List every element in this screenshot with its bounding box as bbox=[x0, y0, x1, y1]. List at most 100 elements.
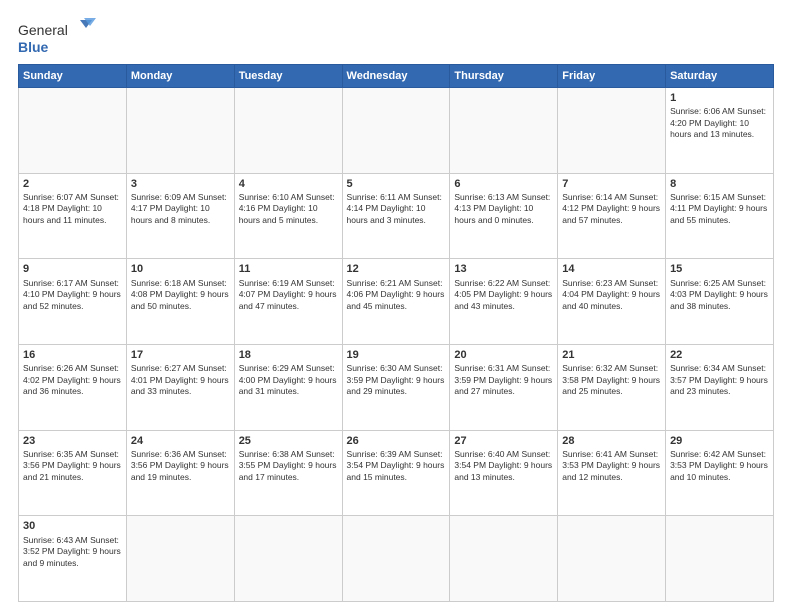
calendar-cell bbox=[666, 516, 774, 602]
calendar-week-6: 30 Sunrise: 6:43 AM Sunset: 3:52 PM Dayli… bbox=[19, 516, 774, 602]
day-info: Sunrise: 6:10 AM Sunset: 4:16 PM Dayligh… bbox=[239, 192, 338, 226]
day-info: Sunrise: 6:14 AM Sunset: 4:12 PM Dayligh… bbox=[562, 192, 661, 226]
day-info: Sunrise: 6:43 AM Sunset: 3:52 PM Dayligh… bbox=[23, 535, 122, 569]
day-info: Sunrise: 6:31 AM Sunset: 3:59 PM Dayligh… bbox=[454, 363, 553, 397]
day-number: 10 bbox=[131, 262, 230, 276]
calendar-cell: 2Sunrise: 6:07 AM Sunset: 4:18 PM Daylig… bbox=[19, 173, 127, 259]
calendar-cell: 18Sunrise: 6:29 AM Sunset: 4:00 PM Dayli… bbox=[234, 344, 342, 430]
day-info: Sunrise: 6:06 AM Sunset: 4:20 PM Dayligh… bbox=[670, 106, 769, 140]
day-info: Sunrise: 6:07 AM Sunset: 4:18 PM Dayligh… bbox=[23, 192, 122, 226]
day-number: 6 bbox=[454, 177, 553, 191]
day-info: Sunrise: 6:39 AM Sunset: 3:54 PM Dayligh… bbox=[347, 449, 446, 483]
day-number: 8 bbox=[670, 177, 769, 191]
day-number: 19 bbox=[347, 348, 446, 362]
calendar-week-3: 9 Sunrise: 6:17 AM Sunset: 4:10 PM Daylig… bbox=[19, 259, 774, 345]
day-info: Sunrise: 6:35 AM Sunset: 3:56 PM Dayligh… bbox=[23, 449, 122, 483]
day-info: Sunrise: 6:15 AM Sunset: 4:11 PM Dayligh… bbox=[670, 192, 769, 226]
svg-text:Blue: Blue bbox=[18, 39, 49, 55]
day-info: Sunrise: 6:23 AM Sunset: 4:04 PM Dayligh… bbox=[562, 278, 661, 312]
calendar-cell bbox=[19, 88, 127, 174]
calendar-cell: 5Sunrise: 6:11 AM Sunset: 4:14 PM Daylig… bbox=[342, 173, 450, 259]
calendar-cell: 27Sunrise: 6:40 AM Sunset: 3:54 PM Dayli… bbox=[450, 430, 558, 516]
calendar-cell: 16Sunrise: 6:26 AM Sunset: 4:02 PM Dayli… bbox=[19, 344, 127, 430]
day-number: 26 bbox=[347, 434, 446, 448]
calendar-cell bbox=[234, 88, 342, 174]
day-number: 1 bbox=[670, 91, 769, 105]
day-number: 4 bbox=[239, 177, 338, 191]
day-number: 9 bbox=[23, 262, 122, 276]
weekday-header-saturday: Saturday bbox=[666, 65, 774, 88]
calendar-cell bbox=[450, 516, 558, 602]
day-info: Sunrise: 6:27 AM Sunset: 4:01 PM Dayligh… bbox=[131, 363, 230, 397]
calendar-cell: 3Sunrise: 6:09 AM Sunset: 4:17 PM Daylig… bbox=[126, 173, 234, 259]
day-number: 17 bbox=[131, 348, 230, 362]
day-info: Sunrise: 6:29 AM Sunset: 4:00 PM Dayligh… bbox=[239, 363, 338, 397]
day-info: Sunrise: 6:30 AM Sunset: 3:59 PM Dayligh… bbox=[347, 363, 446, 397]
calendar-cell: 28Sunrise: 6:41 AM Sunset: 3:53 PM Dayli… bbox=[558, 430, 666, 516]
day-info: Sunrise: 6:41 AM Sunset: 3:53 PM Dayligh… bbox=[562, 449, 661, 483]
calendar-cell bbox=[342, 516, 450, 602]
day-info: Sunrise: 6:34 AM Sunset: 3:57 PM Dayligh… bbox=[670, 363, 769, 397]
day-number: 11 bbox=[239, 262, 338, 276]
day-info: Sunrise: 6:17 AM Sunset: 4:10 PM Dayligh… bbox=[23, 278, 122, 312]
calendar-cell: 12 Sunrise: 6:21 AM Sunset: 4:06 PM Dayli… bbox=[342, 259, 450, 345]
svg-text:General: General bbox=[18, 22, 68, 38]
calendar-cell: 23Sunrise: 6:35 AM Sunset: 3:56 PM Dayli… bbox=[19, 430, 127, 516]
calendar-cell bbox=[450, 88, 558, 174]
calendar-week-1: 1Sunrise: 6:06 AM Sunset: 4:20 PM Daylig… bbox=[19, 88, 774, 174]
day-number: 12 bbox=[347, 262, 446, 276]
calendar-cell: 7Sunrise: 6:14 AM Sunset: 4:12 PM Daylig… bbox=[558, 173, 666, 259]
day-info: Sunrise: 6:18 AM Sunset: 4:08 PM Dayligh… bbox=[131, 278, 230, 312]
calendar-cell: 19Sunrise: 6:30 AM Sunset: 3:59 PM Dayli… bbox=[342, 344, 450, 430]
day-info: Sunrise: 6:09 AM Sunset: 4:17 PM Dayligh… bbox=[131, 192, 230, 226]
day-info: Sunrise: 6:13 AM Sunset: 4:13 PM Dayligh… bbox=[454, 192, 553, 226]
weekday-header-monday: Monday bbox=[126, 65, 234, 88]
calendar-cell: 10 Sunrise: 6:18 AM Sunset: 4:08 PM Dayli… bbox=[126, 259, 234, 345]
day-number: 23 bbox=[23, 434, 122, 448]
day-info: Sunrise: 6:25 AM Sunset: 4:03 PM Dayligh… bbox=[670, 278, 769, 312]
day-number: 13 bbox=[454, 262, 553, 276]
generalblue-logo-icon: General Blue bbox=[18, 18, 98, 56]
day-info: Sunrise: 6:26 AM Sunset: 4:02 PM Dayligh… bbox=[23, 363, 122, 397]
calendar-cell bbox=[342, 88, 450, 174]
day-number: 25 bbox=[239, 434, 338, 448]
day-info: Sunrise: 6:19 AM Sunset: 4:07 PM Dayligh… bbox=[239, 278, 338, 312]
day-number: 5 bbox=[347, 177, 446, 191]
day-number: 28 bbox=[562, 434, 661, 448]
weekday-header-thursday: Thursday bbox=[450, 65, 558, 88]
calendar-cell: 24Sunrise: 6:36 AM Sunset: 3:56 PM Dayli… bbox=[126, 430, 234, 516]
calendar-cell: 6Sunrise: 6:13 AM Sunset: 4:13 PM Daylig… bbox=[450, 173, 558, 259]
day-number: 30 bbox=[23, 519, 122, 533]
day-number: 29 bbox=[670, 434, 769, 448]
day-info: Sunrise: 6:40 AM Sunset: 3:54 PM Dayligh… bbox=[454, 449, 553, 483]
day-number: 2 bbox=[23, 177, 122, 191]
day-number: 15 bbox=[670, 262, 769, 276]
day-number: 22 bbox=[670, 348, 769, 362]
day-info: Sunrise: 6:22 AM Sunset: 4:05 PM Dayligh… bbox=[454, 278, 553, 312]
calendar-cell bbox=[126, 516, 234, 602]
calendar-week-4: 16Sunrise: 6:26 AM Sunset: 4:02 PM Dayli… bbox=[19, 344, 774, 430]
weekday-header-friday: Friday bbox=[558, 65, 666, 88]
calendar-cell bbox=[558, 516, 666, 602]
weekday-header-sunday: Sunday bbox=[19, 65, 127, 88]
day-number: 27 bbox=[454, 434, 553, 448]
calendar-cell: 29Sunrise: 6:42 AM Sunset: 3:53 PM Dayli… bbox=[666, 430, 774, 516]
calendar-cell: 22Sunrise: 6:34 AM Sunset: 3:57 PM Dayli… bbox=[666, 344, 774, 430]
calendar-cell: 21Sunrise: 6:32 AM Sunset: 3:58 PM Dayli… bbox=[558, 344, 666, 430]
calendar-cell bbox=[234, 516, 342, 602]
calendar-cell: 14Sunrise: 6:23 AM Sunset: 4:04 PM Dayli… bbox=[558, 259, 666, 345]
day-number: 21 bbox=[562, 348, 661, 362]
calendar-cell: 4Sunrise: 6:10 AM Sunset: 4:16 PM Daylig… bbox=[234, 173, 342, 259]
calendar-week-5: 23Sunrise: 6:35 AM Sunset: 3:56 PM Dayli… bbox=[19, 430, 774, 516]
calendar-cell bbox=[558, 88, 666, 174]
day-number: 24 bbox=[131, 434, 230, 448]
day-info: Sunrise: 6:36 AM Sunset: 3:56 PM Dayligh… bbox=[131, 449, 230, 483]
day-info: Sunrise: 6:21 AM Sunset: 4:06 PM Dayligh… bbox=[347, 278, 446, 312]
calendar-cell bbox=[126, 88, 234, 174]
day-number: 3 bbox=[131, 177, 230, 191]
day-number: 18 bbox=[239, 348, 338, 362]
calendar-cell: 11 Sunrise: 6:19 AM Sunset: 4:07 PM Dayli… bbox=[234, 259, 342, 345]
day-info: Sunrise: 6:38 AM Sunset: 3:55 PM Dayligh… bbox=[239, 449, 338, 483]
calendar-cell: 17Sunrise: 6:27 AM Sunset: 4:01 PM Dayli… bbox=[126, 344, 234, 430]
calendar-cell: 13 Sunrise: 6:22 AM Sunset: 4:05 PM Dayli… bbox=[450, 259, 558, 345]
